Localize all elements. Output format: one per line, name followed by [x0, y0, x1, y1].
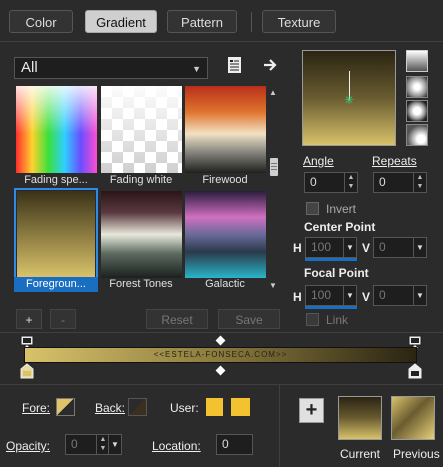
user-swatch-1[interactable] — [206, 398, 223, 416]
focal-v-label: V — [362, 290, 371, 304]
back-label: Back: — [95, 401, 126, 415]
invert-label: Invert — [326, 202, 357, 216]
watermark-text: <<ESTELA-FONSECA.COM>> — [153, 350, 288, 359]
chevron-down-icon[interactable]: ▼ — [343, 238, 356, 257]
opacity-midpoint-icon[interactable] — [215, 335, 226, 346]
opacity-label: Opacity: — [6, 439, 51, 453]
tab-separator — [251, 12, 252, 32]
gradient-swatch-forest-tones[interactable] — [101, 191, 182, 278]
gradient-label-foreground: Foregroun... — [14, 277, 98, 292]
gradient-swatch-galactic[interactable] — [185, 191, 266, 278]
scroll-up-icon[interactable]: ▲ — [269, 88, 277, 97]
location-label: Location: — [152, 439, 201, 453]
scroll-thumb[interactable] — [270, 158, 278, 176]
fore-swatch[interactable] — [56, 398, 75, 416]
chevron-down-icon[interactable]: ▼ — [413, 238, 426, 257]
radial-gradient-type-button[interactable] — [406, 124, 428, 146]
focal-point-label: Focal Point — [304, 266, 369, 280]
repeats-input[interactable]: 0 ▲ ▼ — [373, 172, 427, 193]
angle-label: Angle — [303, 154, 334, 168]
angle-spinner[interactable]: ▲ ▼ — [344, 173, 357, 192]
linear-gradient-type-button[interactable] — [406, 50, 428, 72]
fore-label: Fore: — [22, 401, 51, 415]
controls-divider — [0, 332, 443, 333]
chevron-down-icon: ▼ — [192, 64, 201, 74]
bottom-divider — [279, 385, 280, 467]
add-gradient-button[interactable]: + — [16, 309, 42, 329]
previous-label: Previous — [393, 447, 440, 461]
gradient-preview[interactable]: ✳ — [302, 50, 396, 146]
focal-v-input[interactable]: 0 ▼ — [373, 285, 427, 306]
current-label: Current — [340, 447, 381, 461]
gradient-swatch-fading-white[interactable] — [101, 86, 182, 173]
focal-h-input[interactable]: 100 ▼ — [305, 285, 357, 306]
arrow-right-icon[interactable] — [262, 57, 278, 73]
rectangular-gradient-type-button[interactable] — [406, 76, 428, 98]
repeats-spinner[interactable]: ▲ ▼ — [413, 173, 426, 192]
editor-divider — [0, 384, 443, 385]
current-swatch[interactable] — [338, 396, 382, 440]
sunburst-gradient-type-button[interactable] — [406, 100, 428, 122]
tab-texture[interactable]: Texture — [262, 10, 336, 33]
tab-gradient[interactable]: Gradient — [85, 10, 157, 33]
link-label: Link — [326, 313, 349, 327]
document-icon[interactable] — [226, 56, 244, 74]
gradient-swatch-firewood[interactable] — [185, 86, 266, 173]
center-v-input[interactable]: 0 ▼ — [373, 237, 427, 258]
back-swatch[interactable] — [128, 398, 147, 416]
gradient-label-fading-white: Fading white — [109, 174, 173, 186]
center-h-label: H — [293, 241, 302, 255]
user-swatch-2[interactable] — [231, 398, 250, 416]
chevron-down-icon[interactable]: ▼ — [413, 286, 426, 305]
gradient-label-forest-tones: Forest Tones — [109, 278, 173, 290]
category-dropdown[interactable]: All ▼ — [14, 57, 208, 79]
gradient-list-scrollbar[interactable]: ▲ ▼ — [267, 86, 281, 292]
scroll-down-icon[interactable]: ▼ — [269, 281, 277, 290]
color-midpoint-icon[interactable] — [215, 365, 226, 376]
color-stop-end-icon[interactable] — [407, 363, 423, 379]
focal-h-label: H — [293, 290, 302, 304]
category-selected: All — [21, 59, 38, 76]
tab-pattern[interactable]: Pattern — [167, 10, 237, 33]
previous-swatch[interactable] — [391, 396, 435, 440]
center-v-label: V — [362, 241, 371, 255]
tab-color[interactable]: Color — [9, 10, 73, 33]
center-h-slider[interactable] — [305, 258, 357, 261]
invert-checkbox[interactable] — [306, 202, 319, 215]
user-label: User: — [170, 401, 199, 415]
link-checkbox[interactable] — [306, 313, 319, 326]
gradient-swatch-fading-spectrum[interactable] — [16, 86, 97, 173]
gradient-editor-bar[interactable]: <<ESTELA-FONSECA.COM>> — [24, 347, 417, 363]
center-point-label: Center Point — [304, 220, 376, 234]
gradient-swatch-foreground[interactable] — [17, 191, 95, 277]
center-point-marker[interactable]: ✳ — [344, 94, 354, 106]
gradient-label-galactic: Galactic — [205, 278, 245, 290]
location-input[interactable]: 0 — [216, 434, 253, 455]
opacity-input[interactable]: 0 ▲ ▼ ▼ — [65, 434, 122, 455]
gradient-label-fading-spectrum: Fading spe... — [24, 174, 88, 186]
gradient-label-firewood: Firewood — [202, 174, 248, 186]
angle-input[interactable]: 0 ▲ ▼ — [304, 172, 358, 193]
save-button[interactable]: Save — [218, 309, 280, 329]
tab-bar-divider — [0, 41, 443, 42]
chevron-down-icon[interactable]: ▼ — [108, 435, 121, 454]
chevron-down-icon[interactable]: ▼ — [343, 286, 356, 305]
center-h-input[interactable]: 100 ▼ — [305, 237, 357, 258]
remove-gradient-button[interactable]: - — [50, 309, 76, 329]
reset-button[interactable]: Reset — [146, 309, 208, 329]
focal-h-slider[interactable] — [305, 306, 357, 309]
color-stop-start-icon[interactable] — [19, 363, 35, 379]
repeats-label: Repeats — [372, 154, 417, 168]
add-swatch-button[interactable]: + — [299, 398, 324, 423]
